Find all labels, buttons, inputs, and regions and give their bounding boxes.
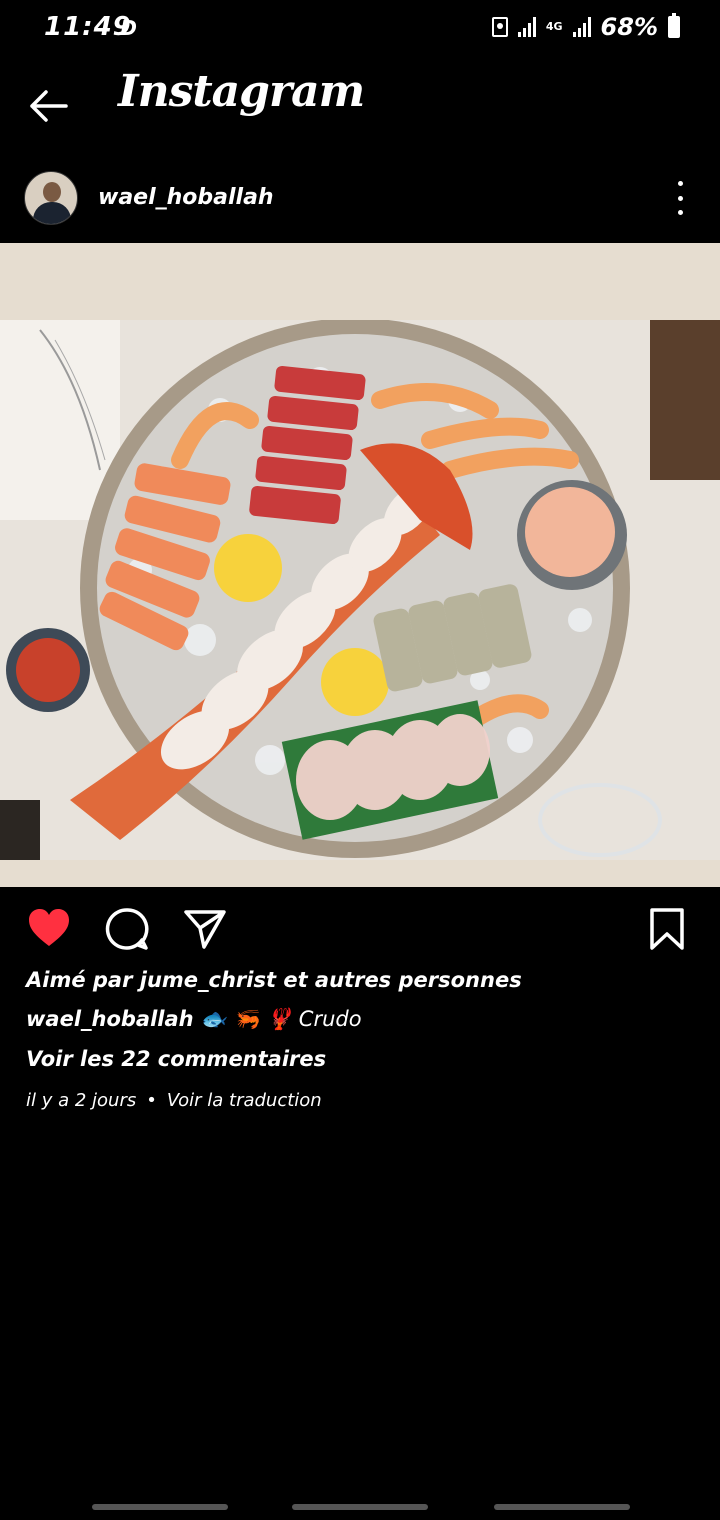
nav-home-button[interactable] [292, 1504, 428, 1510]
signal-icon-2 [572, 17, 591, 37]
caption: wael_hoballah 🐟 🦐 🦞 Crudo [26, 1007, 706, 1032]
post-header: wael_hoballah [0, 165, 720, 235]
notification-icon: Ð [120, 16, 137, 40]
network-type-label: 4G [545, 20, 563, 33]
post-media[interactable] [0, 243, 720, 887]
battery-percent: 68% [600, 13, 658, 41]
avatar[interactable] [24, 171, 78, 225]
caption-text: Crudo [298, 1007, 362, 1031]
post-username[interactable]: wael_hoballah [98, 185, 274, 210]
caption-emojis: 🐟 🦐 🦞 [200, 1007, 293, 1031]
share-icon[interactable] [182, 906, 228, 952]
nav-back-button[interactable] [494, 1504, 630, 1510]
arrow-left-icon[interactable] [26, 86, 70, 126]
translate-link[interactable]: Voir la traduction [167, 1090, 322, 1111]
battery-icon [668, 13, 680, 38]
status-time: 11:49 [44, 12, 132, 42]
signal-icon [517, 17, 536, 37]
app-header: Instagram [0, 56, 720, 152]
post-meta: il y a 2 jours • Voir la traduction [26, 1090, 706, 1111]
comment-icon[interactable] [104, 906, 150, 952]
likes-text[interactable]: Aimé par jume_christ et autres personnes [26, 968, 706, 992]
more-options-icon[interactable] [670, 181, 690, 215]
post-actions [0, 900, 720, 956]
post-photo [0, 320, 720, 860]
caption-username[interactable]: wael_hoballah [26, 1007, 194, 1031]
system-nav-bar [0, 1490, 720, 1520]
battery-saver-icon [491, 17, 508, 37]
nav-recents-button[interactable] [92, 1504, 228, 1510]
status-bar: 11:49 Ð 4G 68% [0, 0, 720, 56]
time-ago: il y a 2 jours [26, 1090, 137, 1111]
separator: • [146, 1090, 157, 1111]
status-indicators: 4G 68% [491, 12, 680, 42]
view-comments-link[interactable]: Voir les 22 commentaires [26, 1047, 706, 1071]
heart-icon[interactable] [26, 906, 72, 952]
bookmark-icon[interactable] [644, 906, 690, 952]
app-title: Instagram [118, 66, 365, 117]
